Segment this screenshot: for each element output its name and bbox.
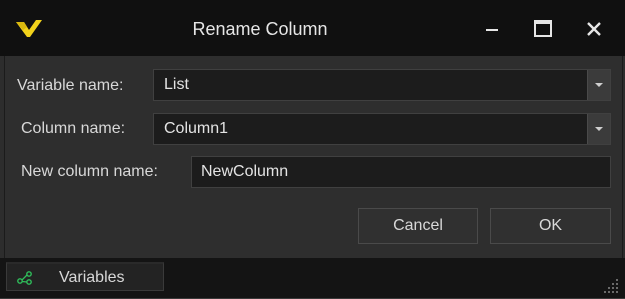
new-column-name-label: New column name: (21, 163, 158, 180)
variable-name-value: List (164, 76, 189, 93)
column-name-value: Column1 (164, 120, 229, 137)
cancel-button[interactable]: Cancel (358, 208, 478, 244)
chevron-down-icon (595, 83, 603, 87)
minimize-button[interactable] (475, 12, 509, 46)
minimize-icon (486, 29, 498, 31)
variables-icon (17, 271, 33, 290)
column-name-dropdown-button[interactable] (587, 114, 610, 144)
ok-button[interactable]: OK (490, 208, 611, 244)
column-name-select[interactable]: Column1 (153, 113, 611, 145)
bottom-panel-bar: Variables (0, 258, 625, 298)
dialog-body: Variable name: List Column name: Column1… (4, 56, 623, 258)
title-bar[interactable]: Rename Column (0, 0, 625, 56)
variable-name-dropdown-button[interactable] (587, 70, 610, 100)
rename-column-dialog: Rename Column Variable name: List Column… (0, 0, 625, 298)
window-title: Rename Column (192, 19, 328, 39)
column-name-label: Column name: (21, 120, 126, 137)
tab-variables-label: Variables (59, 269, 125, 286)
close-icon (587, 22, 601, 36)
variable-name-label: Variable name: (17, 77, 124, 94)
close-button[interactable] (577, 12, 611, 46)
chevron-down-icon (595, 127, 603, 131)
variable-name-select[interactable]: List (153, 69, 611, 101)
maximize-icon (534, 20, 552, 37)
maximize-button[interactable] (526, 12, 560, 46)
tab-variables[interactable]: Variables (6, 262, 164, 291)
new-column-name-input[interactable] (191, 156, 611, 188)
resize-grip-icon[interactable] (601, 276, 621, 299)
